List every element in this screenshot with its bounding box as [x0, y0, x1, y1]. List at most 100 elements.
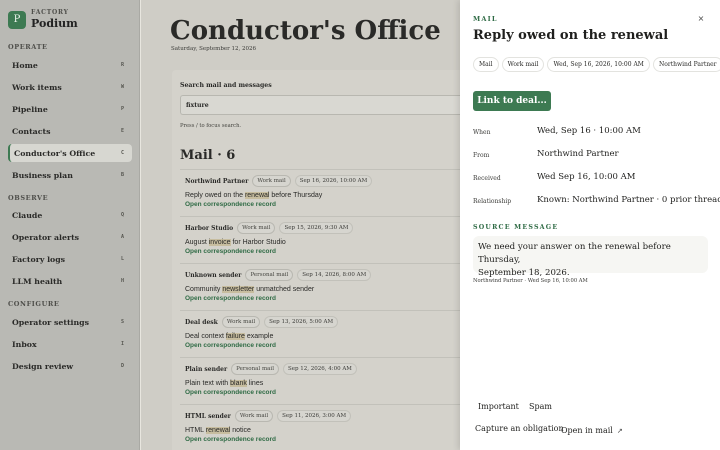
sidebar-item-pipeline[interactable]: Pipeline P: [8, 100, 132, 118]
sidebar: P FACTORY Podium OPERATE Home R Work item…: [0, 0, 140, 450]
list-item[interactable]: HTML sender Work mail Sep 11, 2026, 3:00 A…: [180, 404, 461, 449]
mail-tag: Work mail: [252, 175, 291, 187]
sidebar-item-inbox[interactable]: Inbox I: [8, 335, 132, 353]
nav-section-observe: OBSERVE: [8, 194, 49, 202]
sidebar-item-contacts[interactable]: Contacts E: [8, 122, 132, 140]
external-link-icon: ↗: [616, 427, 623, 435]
sidebar-item-operator-alerts[interactable]: Operator alerts A: [8, 228, 132, 246]
page-date: Saturday, September 12, 2026: [171, 46, 256, 52]
search-match: newsletter: [222, 286, 255, 293]
sidebar-item-conductors-office[interactable]: Conductor's Office C: [8, 144, 132, 162]
nav-section-operate: OPERATE: [8, 43, 48, 51]
sidebar-item-label: Operator settings: [12, 317, 90, 327]
open-record-link[interactable]: Open correspondence record: [185, 201, 276, 208]
mail-sender: Northwind Partner: [185, 177, 249, 185]
link-to-deal-button[interactable]: Link to deal...: [473, 91, 551, 111]
search-match: renewal: [244, 192, 270, 199]
open-in-mail-link[interactable]: Open in mail ↗: [561, 426, 623, 435]
mail-sender: Harbor Studio: [185, 224, 234, 232]
list-item[interactable]: Unknown sender Personal mail Sep 14, 2026,…: [180, 263, 461, 308]
mail-tag: Work mail: [234, 410, 274, 422]
mail-date: Sep 13, 2026, 5:00 AM: [264, 316, 339, 328]
mail-snippet: Reply owed on the renewal before Thursda…: [185, 192, 323, 199]
shortcut-key: I: [120, 341, 124, 347]
field-value-from: Northwind Partner: [537, 149, 619, 159]
mail-sender: Deal desk: [185, 318, 218, 326]
capture-obligation-button[interactable]: Capture an obligation: [475, 424, 564, 433]
nav-section-configure: CONFIGURE: [8, 300, 60, 308]
search-input[interactable]: [180, 95, 461, 115]
spam-button[interactable]: Spam: [529, 402, 552, 411]
shortcut-key: H: [120, 278, 124, 284]
mail-date: Sep 12, 2026, 4:00 AM: [282, 363, 357, 375]
source-message-heading: SOURCE MESSAGE: [473, 224, 559, 231]
search-label: Search mail and messages: [180, 82, 272, 89]
field-label-when: When: [473, 129, 491, 136]
shortcut-key: W: [120, 84, 124, 90]
search-match: blank: [230, 380, 247, 387]
mail-tag: Personal mail: [245, 269, 294, 281]
field-label-received: Received: [473, 175, 501, 182]
sidebar-item-label: Pipeline: [12, 104, 48, 114]
sidebar-item-label: Business plan: [12, 170, 73, 180]
brand: P FACTORY Podium: [8, 9, 78, 30]
panel-kicker: MAIL: [473, 15, 498, 23]
mail-tag: Work mail: [221, 316, 261, 328]
brand-logo: P: [8, 10, 26, 29]
chip-channel: Mail: [473, 57, 499, 72]
open-record-link[interactable]: Open correspondence record: [185, 389, 276, 396]
mail-tag: Work mail: [237, 222, 276, 234]
mail-date: Sep 11, 2026, 3:00 AM: [277, 410, 352, 422]
search-match: failure: [225, 333, 245, 340]
source-meta: Northwind Partner · Wed Sep 16, 10:00 AM: [473, 278, 588, 284]
field-value-when: Wed, Sep 16 · 10:00 AM: [537, 126, 641, 136]
mail-snippet: August invoice for Harbor Studio: [185, 239, 286, 246]
open-record-link[interactable]: Open correspondence record: [185, 436, 276, 443]
mail-date: Sep 14, 2026, 8:00 AM: [297, 269, 372, 281]
open-record-link[interactable]: Open correspondence record: [185, 295, 276, 302]
sidebar-item-label: Home: [12, 60, 38, 70]
field-value-received: Wed Sep 16, 10:00 AM: [537, 172, 636, 182]
mail-sender: Unknown sender: [185, 271, 242, 279]
list-item[interactable]: Northwind Partner Work mail Sep 16, 2026, …: [180, 169, 461, 214]
sidebar-item-factory-logs[interactable]: Factory logs L: [8, 250, 132, 268]
sidebar-item-label: Work items: [12, 82, 62, 92]
brand-name: Podium: [31, 17, 78, 30]
sidebar-item-label: Factory logs: [12, 254, 66, 264]
search-hint: Press / to focus search.: [180, 123, 242, 129]
panel-chips: Mail Work mail Wed, Sep 16, 2026, 10:00 …: [473, 57, 720, 72]
mail-date: Sep 15, 2026, 9:30 AM: [279, 222, 354, 234]
mail-snippet: Community newsletter unmatched sender: [185, 286, 315, 293]
sidebar-item-label: Operator alerts: [12, 232, 80, 242]
sidebar-item-design-review[interactable]: Design review D: [8, 357, 132, 375]
mail-snippet: Deal context failure example: [185, 333, 274, 340]
sidebar-item-home[interactable]: Home R: [8, 56, 132, 74]
sidebar-item-operator-settings[interactable]: Operator settings S: [8, 313, 132, 331]
panel-title: Reply owed on the renewal: [473, 28, 669, 43]
mail-snippet: Plain text with blank lines: [185, 380, 264, 387]
source-message: We need your answer on the renewal befor…: [473, 236, 708, 278]
source-message-line: We need your answer on the renewal befor…: [478, 242, 671, 265]
close-icon[interactable]: ×: [696, 14, 706, 26]
sidebar-item-label: LLM health: [12, 276, 63, 286]
open-record-link[interactable]: Open correspondence record: [185, 248, 276, 255]
page-title: Conductor's Office: [170, 16, 441, 46]
list-item[interactable]: Plain sender Personal mail Sep 12, 2026, 4…: [180, 357, 461, 402]
field-value-relationship: Known: Northwind Partner · 0 prior threa…: [537, 195, 720, 205]
sidebar-item-label: Design review: [12, 361, 74, 371]
mail-sender: Plain sender: [185, 365, 228, 373]
sidebar-item-llm-health[interactable]: LLM health H: [8, 272, 132, 290]
brand-kicker: FACTORY: [31, 9, 69, 16]
shortcut-key: E: [120, 128, 124, 134]
open-record-link[interactable]: Open correspondence record: [185, 342, 276, 349]
list-item[interactable]: Deal desk Work mail Sep 13, 2026, 5:00 AM …: [180, 310, 461, 355]
list-item[interactable]: Harbor Studio Work mail Sep 15, 2026, 9:30…: [180, 216, 461, 261]
mail-sender: HTML sender: [185, 412, 231, 420]
mail-date: Sep 16, 2026, 10:00 AM: [294, 175, 373, 187]
mail-tag: Personal mail: [231, 363, 279, 375]
sidebar-item-work-items[interactable]: Work items W: [8, 78, 132, 96]
sidebar-item-claude[interactable]: Claude Q: [8, 206, 132, 224]
important-button[interactable]: Important: [478, 402, 519, 411]
shortcut-key: D: [120, 363, 124, 369]
sidebar-item-business-plan[interactable]: Business plan B: [8, 166, 132, 184]
